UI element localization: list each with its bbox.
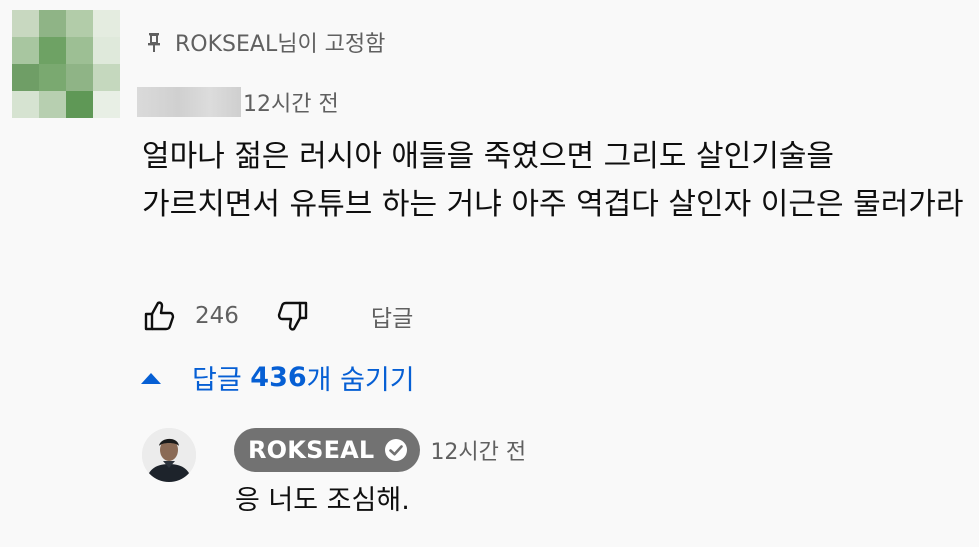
verified-check-icon bbox=[385, 439, 408, 461]
comment-timestamp[interactable]: 12시간 전 bbox=[243, 86, 339, 118]
comment-meta: 12시간 전 bbox=[137, 86, 339, 118]
avatar-pixel-tile bbox=[39, 10, 66, 37]
thumbs-up-icon[interactable] bbox=[143, 299, 177, 333]
reply-header: ROKSEAL 12시간 전 bbox=[234, 428, 526, 472]
like-count: 246 bbox=[195, 303, 239, 329]
commenter-avatar[interactable] bbox=[12, 10, 120, 118]
caret-up-icon bbox=[141, 372, 161, 384]
pinned-indicator: ROKSEAL님이 고정함 bbox=[145, 26, 385, 58]
pinned-label: ROKSEAL님이 고정함 bbox=[175, 32, 386, 57]
channel-owner-badge[interactable]: ROKSEAL bbox=[234, 428, 421, 472]
redacted-author-name[interactable] bbox=[137, 87, 241, 117]
reply-author-name: ROKSEAL bbox=[248, 436, 375, 464]
reply-count: 436 bbox=[250, 362, 307, 393]
avatar-pixel-tile bbox=[39, 64, 66, 91]
avatar-pixel-tile bbox=[66, 91, 93, 118]
hide-replies-button[interactable]: 답글 436 개 숨기기 bbox=[140, 358, 415, 397]
avatar-pixel-tile bbox=[93, 37, 120, 64]
hide-replies-suffix: 개 숨기기 bbox=[306, 365, 415, 396]
avatar-pixel-tile bbox=[93, 91, 120, 118]
thumbs-down-icon[interactable] bbox=[275, 299, 309, 333]
pin-icon bbox=[148, 33, 160, 52]
avatar-pixel-tile bbox=[66, 37, 93, 64]
comment-body: 얼마나 젊은 러시아 애들을 죽였으면 그리도 살인기술을 가르치면서 유튜브 … bbox=[142, 139, 964, 222]
avatar-pixel-tile bbox=[12, 64, 39, 91]
person-photo-icon bbox=[142, 428, 196, 482]
avatar-pixel-tile bbox=[12, 10, 39, 37]
reply-author-avatar[interactable] bbox=[142, 428, 196, 482]
avatar-pixel-tile bbox=[66, 10, 93, 37]
hide-replies-prefix: 답글 bbox=[192, 365, 242, 396]
avatar-pixel-tile bbox=[12, 91, 39, 118]
reply-body: 응 너도 조심해. bbox=[235, 485, 410, 516]
avatar-pixel-tile bbox=[93, 10, 120, 37]
avatar-pixel-tile bbox=[39, 91, 66, 118]
comment-thread: ROKSEAL님이 고정함 12시간 전 얼마나 젊은 러시아 애들을 죽였으면… bbox=[0, 0, 979, 547]
reply-button[interactable]: 답글 bbox=[371, 299, 413, 333]
avatar-pixel-tile bbox=[66, 64, 93, 91]
comment-actions: 246 답글 bbox=[143, 296, 413, 336]
reply-timestamp[interactable]: 12시간 전 bbox=[430, 434, 526, 466]
avatar-pixel-tile bbox=[12, 37, 39, 64]
avatar-pixel-tile bbox=[39, 37, 66, 64]
avatar-pixel-tile bbox=[93, 64, 120, 91]
